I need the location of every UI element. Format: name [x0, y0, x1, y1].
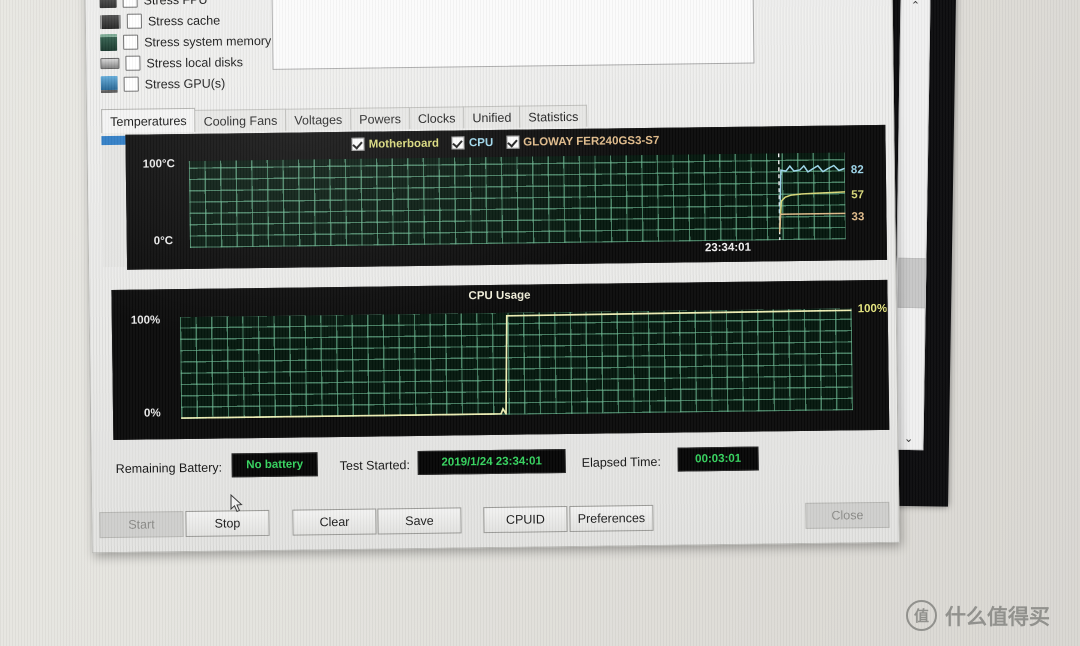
gloway-temp-line — [778, 212, 846, 233]
temperatures-time-tick: 23:34:01 — [704, 241, 752, 255]
temperatures-chart: Motherboard CPU GLOWAY FER240GS3-S7 100°… — [125, 124, 888, 270]
start-button[interactable]: Start — [99, 511, 184, 539]
stress-gpus-checkbox[interactable] — [123, 76, 139, 92]
cpu-temp-line — [778, 164, 846, 233]
legend-item-cpu[interactable]: CPU — [451, 136, 494, 150]
temperatures-series-lines — [777, 153, 846, 241]
legend-label: CPU — [468, 136, 494, 149]
stress-option-label: Stress GPU(s) — [144, 75, 226, 92]
legend-item-gloway-ssd[interactable]: GLOWAY FER240GS3-S7 — [506, 134, 659, 149]
test-started-label: Test Started: — [339, 458, 410, 474]
stress-local-disks-checkbox[interactable] — [125, 55, 141, 71]
stress-system-memory-checkbox[interactable] — [123, 34, 139, 50]
stress-fpu-checkbox[interactable] — [122, 0, 138, 8]
panel-selection-marker — [101, 135, 128, 146]
watermark-badge-icon: 值 — [906, 600, 937, 631]
motherboard-temp-value: 57 — [851, 189, 865, 202]
checkbox-checked-icon[interactable] — [506, 135, 520, 149]
test-started-value: 2019/1/24 23:34:01 — [417, 449, 566, 475]
usage-axis-min-label: 0% — [143, 407, 161, 420]
memory-icon — [100, 33, 118, 52]
temp-axis-min-label: 0°C — [153, 235, 174, 248]
gloway-temp-value: 33 — [851, 211, 865, 224]
remaining-battery-label: Remaining Battery: — [115, 460, 223, 476]
clear-button[interactable]: Clear — [292, 508, 377, 536]
legend-label: Motherboard — [368, 137, 440, 151]
tab-powers[interactable]: Powers — [350, 107, 411, 130]
tab-unified[interactable]: Unified — [463, 105, 521, 129]
cpu-usage-chart-title: CPU Usage — [468, 289, 531, 303]
tab-temperatures[interactable]: Temperatures — [101, 107, 196, 134]
stop-button[interactable]: Stop — [185, 509, 270, 538]
close-button[interactable]: Close — [805, 501, 890, 529]
tab-clocks[interactable]: Clocks — [408, 106, 465, 130]
legend-label: GLOWAY FER240GS3-S7 — [523, 134, 660, 149]
temperatures-plot-area — [188, 152, 846, 248]
tab-voltages[interactable]: Voltages — [285, 107, 352, 131]
save-button[interactable]: Save — [377, 507, 462, 535]
cpu-usage-plot-area — [179, 308, 854, 420]
stress-option-label: Stress local disks — [146, 54, 244, 71]
tab-statistics[interactable]: Statistics — [519, 104, 588, 128]
watermark-text: 什么值得买 — [945, 604, 1050, 629]
remaining-battery-value: No battery — [231, 452, 318, 478]
checkbox-checked-icon[interactable] — [351, 137, 365, 151]
cpu-icon — [99, 0, 117, 8]
cpu-usage-series-line — [181, 309, 852, 419]
stress-option-label: Stress FPU — [144, 0, 208, 7]
preferences-button[interactable]: Preferences — [569, 504, 654, 533]
smzdm-watermark: 值 什么值得买 — [906, 600, 1050, 631]
usage-axis-max-label: 100% — [130, 314, 161, 327]
cpuid-button[interactable]: CPUID — [483, 506, 568, 534]
background-window-scrollbar-thumb[interactable] — [897, 257, 927, 309]
scroll-up-arrow-icon[interactable]: ⌃ — [911, 0, 921, 16]
temp-axis-max-label: 100°C — [142, 158, 175, 171]
gpu-icon — [100, 75, 118, 94]
scroll-down-arrow-icon[interactable]: ⌄ — [904, 430, 914, 449]
motherboard-temp-line — [778, 191, 846, 233]
stress-option-label: Stress cache — [147, 13, 221, 28]
cpu-temp-value: 82 — [850, 164, 864, 177]
checkbox-checked-icon[interactable] — [451, 136, 466, 150]
disk-icon — [100, 57, 120, 70]
temperatures-chart-legend: Motherboard CPU GLOWAY FER240GS3-S7 — [126, 130, 884, 155]
tab-cooling-fans[interactable]: Cooling Fans — [194, 108, 287, 132]
elapsed-time-label: Elapsed Time: — [581, 454, 662, 470]
aida64-stability-test-window: Stress FPU Stress cache Stress system me… — [84, 0, 900, 554]
cache-icon — [99, 14, 121, 29]
stress-cache-checkbox[interactable] — [126, 13, 142, 29]
cpu-usage-chart: CPU Usage 100% 0% 100% — [111, 279, 890, 440]
elapsed-time-value: 00:03:01 — [677, 446, 759, 472]
stress-option-gpus[interactable]: Stress GPU(s) — [100, 71, 311, 95]
cpu-usage-value: 100% — [857, 302, 888, 316]
stress-option-label: Stress system memory — [144, 33, 272, 50]
mouse-cursor-icon — [230, 494, 243, 513]
legend-item-motherboard[interactable]: Motherboard — [351, 137, 440, 151]
event-log-list[interactable]: 2019/1/24 23:34:01 Stability Test: Start… — [270, 0, 755, 70]
cpu-usage-line — [181, 309, 852, 419]
